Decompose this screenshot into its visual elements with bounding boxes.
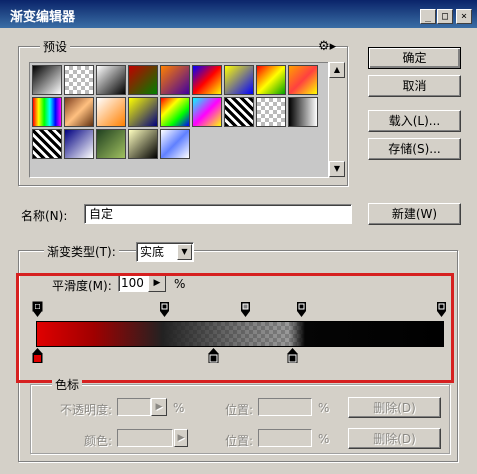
- color-stop-legend: 色标: [52, 376, 83, 393]
- preset-swatch[interactable]: [96, 129, 126, 159]
- chevron-down-icon[interactable]: ▼: [177, 244, 192, 260]
- opacity-location-input[interactable]: [258, 398, 312, 416]
- opacity-unit: %: [173, 401, 185, 415]
- color-location-label: 位置:: [225, 434, 254, 448]
- color-location-unit: %: [318, 432, 330, 446]
- cancel-button[interactable]: 取消: [368, 75, 461, 97]
- gear-icon[interactable]: ⚙▸: [318, 39, 336, 54]
- delete-color-stop-button[interactable]: 删除(D): [348, 428, 441, 449]
- color-swatch[interactable]: [117, 429, 173, 447]
- preset-swatch[interactable]: [128, 97, 158, 127]
- scroll-up-icon[interactable]: ▲: [329, 62, 345, 78]
- delete-opacity-stop-button[interactable]: 删除(D): [348, 397, 441, 418]
- preset-swatch[interactable]: [32, 97, 62, 127]
- preset-swatch[interactable]: [256, 65, 286, 95]
- name-input[interactable]: 自定: [84, 204, 352, 224]
- highlight-frame: [16, 273, 454, 383]
- opacity-arrow-icon[interactable]: ▶: [151, 398, 167, 416]
- color-location-input[interactable]: [258, 429, 312, 447]
- gradient-type-value: 实底: [140, 245, 165, 259]
- scroll-down-icon[interactable]: ▼: [329, 161, 345, 177]
- preset-swatch[interactable]: [160, 65, 190, 95]
- opacity-input[interactable]: [117, 398, 151, 416]
- preset-swatch[interactable]: [256, 97, 286, 127]
- preset-swatch[interactable]: [64, 129, 94, 159]
- preset-swatch[interactable]: [32, 129, 62, 159]
- preset-swatch[interactable]: [192, 97, 222, 127]
- save-button[interactable]: 存储(S)...: [368, 138, 461, 160]
- preset-swatch[interactable]: [224, 97, 254, 127]
- preset-swatch[interactable]: [96, 65, 126, 95]
- opacity-location-unit: %: [318, 401, 330, 415]
- preset-swatch[interactable]: [160, 129, 190, 159]
- preset-swatch[interactable]: [288, 97, 318, 127]
- preset-swatch[interactable]: [128, 129, 158, 159]
- new-button[interactable]: 新建(W): [368, 203, 461, 225]
- preset-scrollbar[interactable]: ▲ ▼: [328, 62, 345, 178]
- preset-swatch[interactable]: [64, 65, 94, 95]
- preset-swatch[interactable]: [288, 65, 318, 95]
- color-label: 颜色:: [84, 434, 113, 448]
- close-button[interactable]: ×: [456, 9, 472, 24]
- color-arrow-icon[interactable]: ▶: [174, 429, 188, 447]
- preset-swatch[interactable]: [160, 97, 190, 127]
- preset-swatch[interactable]: [64, 97, 94, 127]
- gradient-type-select[interactable]: 实底 ▼: [136, 242, 194, 262]
- opacity-label: 不透明度:: [60, 403, 113, 417]
- preset-swatch[interactable]: [192, 65, 222, 95]
- minimize-button[interactable]: _: [420, 9, 436, 24]
- load-button[interactable]: 载入(L)...: [368, 110, 461, 132]
- window-title: 渐变编辑器: [10, 10, 76, 25]
- ok-button[interactable]: 确定: [368, 47, 461, 69]
- presets-label: 预设: [40, 38, 71, 55]
- preset-swatch[interactable]: [224, 65, 254, 95]
- maximize-button[interactable]: □: [437, 9, 453, 24]
- preset-swatch[interactable]: [96, 97, 126, 127]
- preset-swatch[interactable]: [128, 65, 158, 95]
- preset-swatch-list: [29, 62, 329, 178]
- preset-swatch[interactable]: [32, 65, 62, 95]
- name-label: 名称(N):: [21, 209, 68, 223]
- opacity-location-label: 位置:: [225, 403, 254, 417]
- gradient-type-label: 渐变类型(T):: [44, 243, 119, 260]
